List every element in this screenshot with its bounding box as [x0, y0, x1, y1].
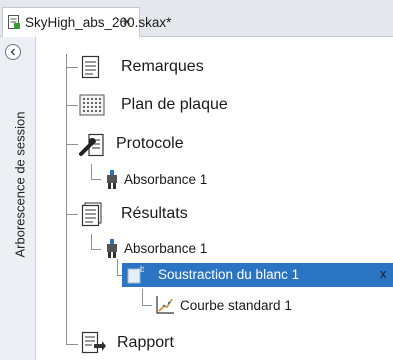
- tree-line: [66, 214, 78, 215]
- node-label-plan-de-plaque: Plan de plaque: [121, 96, 228, 113]
- node-label-remarques: Remarques: [121, 58, 204, 75]
- tab-title: SkyHigh_abs_260.skax*: [25, 15, 172, 30]
- node-label-resultats: Résultats: [121, 205, 188, 222]
- tree-line: [91, 164, 92, 179]
- results-icon: [81, 202, 102, 227]
- plate-grid-icon: [79, 94, 105, 116]
- document-icon: [8, 15, 20, 29]
- tree-line: [142, 289, 143, 305]
- remove-node-button[interactable]: x: [380, 266, 387, 281]
- tree-line: [66, 144, 78, 145]
- node-label-rapport: Rapport: [117, 334, 174, 351]
- node-label-soustraction: Soustraction du blanc 1: [158, 267, 300, 282]
- tree-line: [117, 259, 118, 275]
- tree-line: [91, 234, 92, 249]
- absorbance-icon: [107, 170, 117, 189]
- tree-line-root: [66, 54, 67, 344]
- rail-label: Arborescence de session: [12, 111, 28, 258]
- tree-line: [66, 105, 78, 106]
- tab-bar: SkyHigh_abs_260.skax* ×: [0, 0, 393, 37]
- tree-line: [91, 249, 101, 250]
- tree-line: [91, 179, 101, 180]
- node-label-courbe-standard: Courbe standard 1: [180, 298, 292, 313]
- blank-subtraction-icon: -b: [127, 265, 144, 284]
- collapse-icon[interactable]: [5, 44, 21, 60]
- tree-line: [66, 344, 78, 345]
- tree-line: [66, 67, 78, 68]
- tree-node-soustraction-selected[interactable]: -b Soustraction du blanc 1 x: [122, 263, 393, 287]
- svg-text:-b: -b: [137, 265, 144, 274]
- tab-close-button[interactable]: ×: [123, 14, 131, 29]
- node-label-protocole-absorbance: Absorbance 1: [124, 172, 208, 187]
- protocol-wrench-icon: [79, 133, 104, 157]
- tree-line: [142, 305, 152, 306]
- report-icon: [81, 331, 106, 354]
- notes-icon: [81, 55, 100, 79]
- session-tree-rail: Arborescence de session: [0, 37, 36, 360]
- document-tab[interactable]: SkyHigh_abs_260.skax* ×: [2, 7, 171, 37]
- standard-curve-icon: [156, 296, 174, 314]
- node-label-protocole: Protocole: [116, 135, 184, 152]
- absorbance-icon: [107, 239, 117, 258]
- node-label-resultats-absorbance: Absorbance 1: [124, 241, 208, 256]
